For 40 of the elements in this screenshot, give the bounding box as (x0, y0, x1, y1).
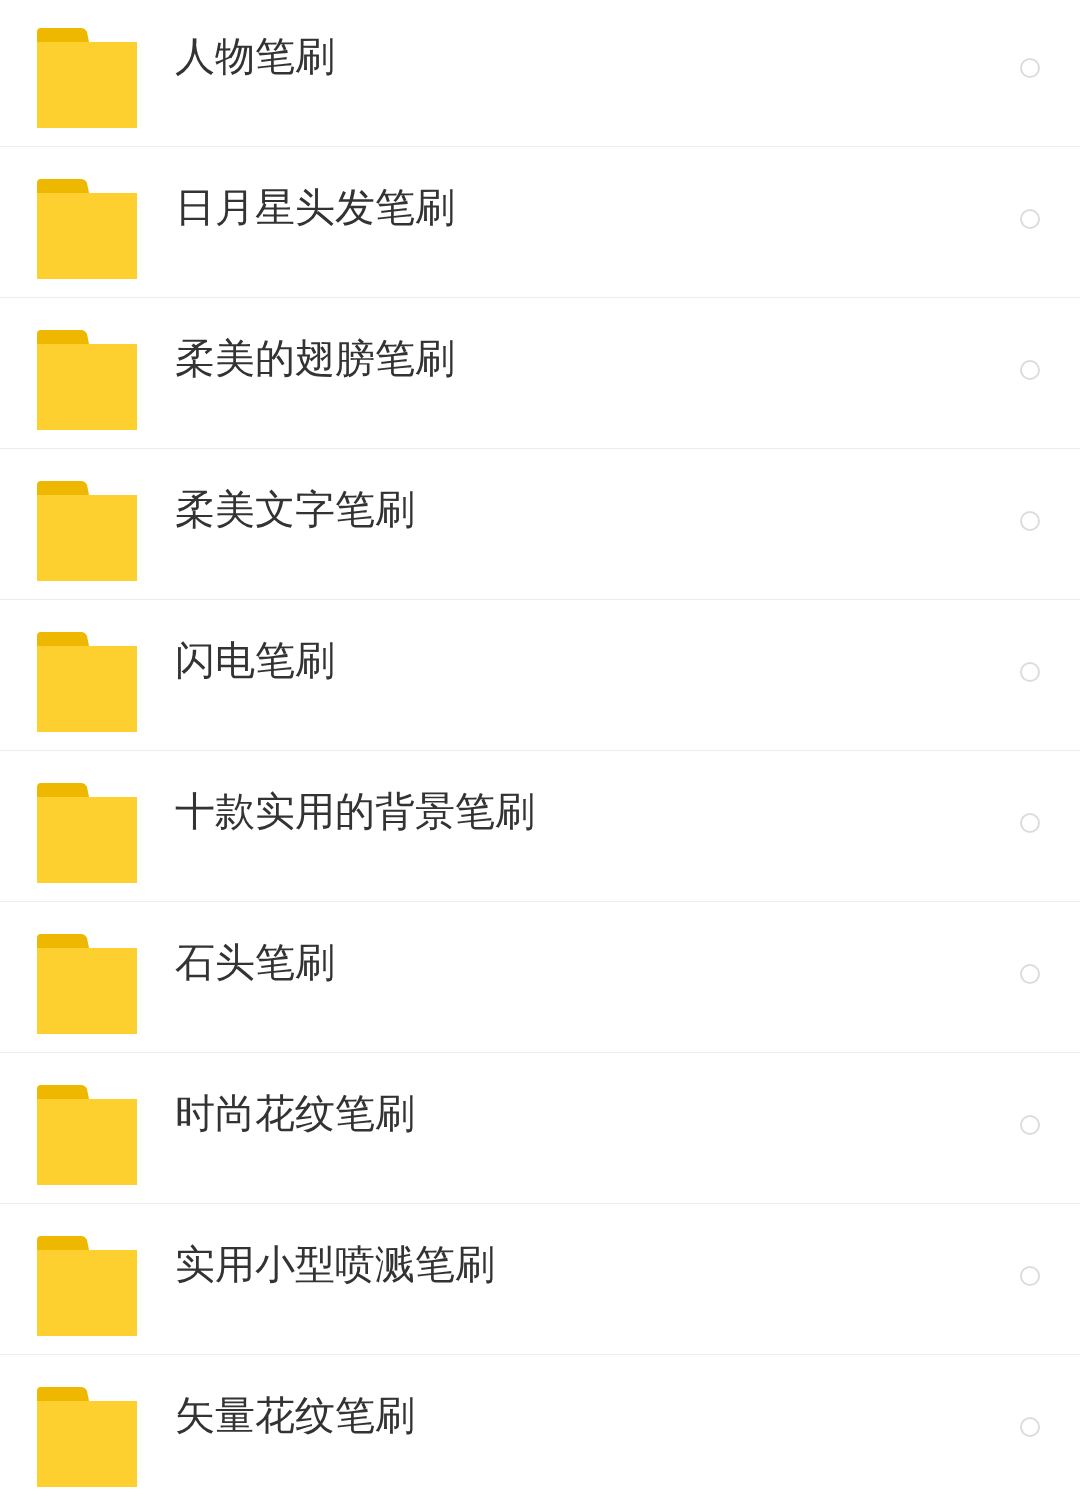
select-radio[interactable] (1020, 1115, 1040, 1135)
select-radio[interactable] (1020, 964, 1040, 984)
select-radio[interactable] (1020, 58, 1040, 78)
folder-item[interactable]: 时尚花纹笔刷 (0, 1053, 1080, 1204)
select-radio[interactable] (1020, 511, 1040, 531)
select-radio[interactable] (1020, 1266, 1040, 1286)
folder-item[interactable]: 石头笔刷 (0, 902, 1080, 1053)
folder-icon (37, 1236, 137, 1336)
folder-icon (37, 28, 137, 128)
folder-name: 柔美的翅膀笔刷 (175, 334, 456, 382)
folder-item[interactable]: 柔美文字笔刷 (0, 449, 1080, 600)
folder-name: 石头笔刷 (175, 938, 336, 986)
folder-icon (37, 1387, 137, 1487)
select-radio[interactable] (1020, 662, 1040, 682)
folder-item[interactable]: 十款实用的背景笔刷 (0, 751, 1080, 902)
folder-item[interactable]: 柔美的翅膀笔刷 (0, 298, 1080, 449)
folder-item[interactable]: 矢量花纹笔刷 (0, 1355, 1080, 1501)
folder-icon (37, 934, 137, 1034)
folder-name: 柔美文字笔刷 (175, 485, 416, 533)
folder-name: 闪电笔刷 (175, 636, 336, 684)
folder-name: 日月星头发笔刷 (175, 183, 456, 231)
folder-item[interactable]: 日月星头发笔刷 (0, 147, 1080, 298)
folder-name: 时尚花纹笔刷 (175, 1089, 416, 1137)
folder-icon (37, 1085, 137, 1185)
folder-icon (37, 783, 137, 883)
folder-icon (37, 481, 137, 581)
folder-name: 实用小型喷溅笔刷 (175, 1240, 496, 1288)
select-radio[interactable] (1020, 813, 1040, 833)
folder-name: 人物笔刷 (175, 32, 336, 80)
select-radio[interactable] (1020, 1417, 1040, 1437)
folder-name: 十款实用的背景笔刷 (175, 787, 536, 835)
select-radio[interactable] (1020, 360, 1040, 380)
folder-name: 矢量花纹笔刷 (175, 1391, 416, 1439)
folder-icon (37, 330, 137, 430)
select-radio[interactable] (1020, 209, 1040, 229)
folder-item[interactable]: 人物笔刷 (0, 0, 1080, 147)
folder-item[interactable]: 实用小型喷溅笔刷 (0, 1204, 1080, 1355)
folder-icon (37, 632, 137, 732)
folder-icon (37, 179, 137, 279)
folder-item[interactable]: 闪电笔刷 (0, 600, 1080, 751)
